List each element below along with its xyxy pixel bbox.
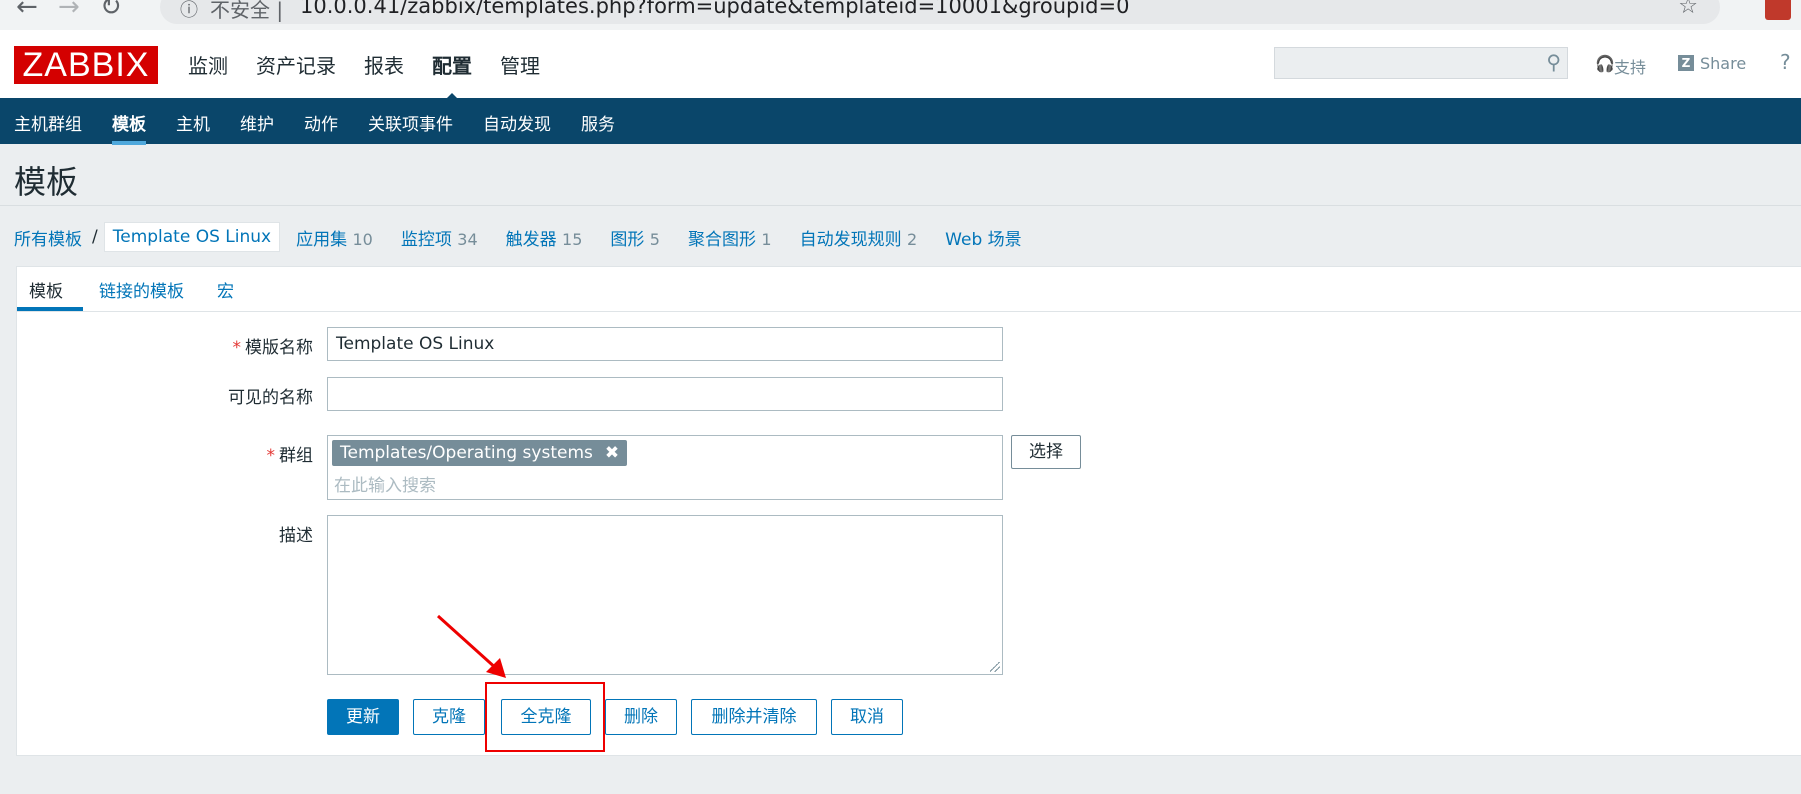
subnav-services[interactable]: 服务 xyxy=(581,110,615,135)
site-info-icon[interactable]: ⓘ xyxy=(180,0,198,22)
top-header: ZABBIX 监测 资产记录 报表 配置 管理 ⚲ 🎧 支持 Z Share ? xyxy=(0,30,1801,101)
subnav-maintenance[interactable]: 维护 xyxy=(240,110,274,135)
reload-icon[interactable]: ↻ xyxy=(100,0,122,22)
tab-macros[interactable]: 宏 xyxy=(217,277,234,302)
breadcrumb-graphs[interactable]: 图形 5 xyxy=(610,225,660,250)
description-label: 描述 xyxy=(279,526,313,546)
breadcrumb-all-templates[interactable]: 所有模板 xyxy=(14,225,82,250)
visible-name-input[interactable] xyxy=(327,377,1003,411)
support-link[interactable]: 支持 xyxy=(1614,54,1646,78)
subnav-templates[interactable]: 模板 xyxy=(112,110,146,145)
url-text[interactable]: 10.0.0.41/zabbix/templates.php?form=upda… xyxy=(300,0,1129,18)
breadcrumb-count: 34 xyxy=(457,229,478,249)
headset-icon: 🎧 xyxy=(1595,54,1615,73)
active-tab-indicator xyxy=(17,307,83,311)
divider xyxy=(0,205,1801,206)
subnav-host-groups[interactable]: 主机群组 xyxy=(14,110,82,135)
select-groups-button[interactable]: 选择 xyxy=(1011,435,1081,469)
back-arrow-icon[interactable]: ← xyxy=(16,0,38,22)
menu-reports[interactable]: 报表 xyxy=(364,50,404,79)
template-name-label: * 模版名称 xyxy=(63,333,314,358)
extension-icon[interactable] xyxy=(1765,0,1791,20)
breadcrumb-label: 触发器 xyxy=(505,229,557,250)
delete-button[interactable]: 删除 xyxy=(605,699,677,735)
browser-toolbar: ← → ↻ ⓘ 不安全 | 10.0.0.41/zabbix/templates… xyxy=(0,0,1801,31)
subnav-actions[interactable]: 动作 xyxy=(304,110,338,135)
breadcrumb-triggers[interactable]: 触发器 15 xyxy=(506,225,583,250)
breadcrumb-label: Web 场景 xyxy=(945,229,1022,250)
main-menu: 监测 资产记录 报表 配置 管理 xyxy=(188,50,568,101)
template-name-input[interactable]: Template OS Linux xyxy=(327,327,1003,361)
breadcrumb-label: 图形 xyxy=(610,229,645,250)
groups-multiselect[interactable]: Templates/Operating systems ✖ 在此输入搜索 xyxy=(327,435,1003,500)
groups-label: * 群组 xyxy=(63,441,314,466)
breadcrumb-count: 1 xyxy=(761,229,772,249)
form-tabs: 模板 链接的模板 宏 xyxy=(17,267,1801,312)
tab-linked-templates[interactable]: 链接的模板 xyxy=(99,277,184,302)
sub-navigation: 主机群组 模板 主机 维护 动作 关联项事件 自动发现 服务 xyxy=(0,98,1801,145)
cancel-button[interactable]: 取消 xyxy=(831,699,903,735)
zabbix-logo[interactable]: ZABBIX xyxy=(14,46,158,84)
menu-inventory[interactable]: 资产记录 xyxy=(256,50,336,79)
breadcrumb-separator: / xyxy=(92,227,98,247)
update-button[interactable]: 更新 xyxy=(327,699,399,735)
menu-administration[interactable]: 管理 xyxy=(500,50,540,79)
subnav-hosts[interactable]: 主机 xyxy=(176,110,210,135)
breadcrumb-label: 自动发现规则 xyxy=(799,229,902,250)
breadcrumb-current-template[interactable]: Template OS Linux xyxy=(103,222,281,252)
label-text: 模版名称 xyxy=(245,338,313,358)
insecure-label: 不安全 | xyxy=(210,0,284,22)
breadcrumb-screens[interactable]: 聚合图形 1 xyxy=(688,225,772,250)
breadcrumb-label: 监控项 xyxy=(400,229,452,250)
visible-name-label: 可见的名称 xyxy=(228,388,313,408)
share-link[interactable]: Share xyxy=(1700,54,1746,73)
bookmark-star-icon[interactable]: ☆ xyxy=(1678,0,1698,19)
address-bar[interactable]: ⓘ 不安全 | 10.0.0.41/zabbix/templates.php?f… xyxy=(160,0,1720,24)
menu-configuration[interactable]: 配置 xyxy=(432,50,472,101)
breadcrumb: 所有模板 / Template OS Linux 应用集 10 监控项 34 触… xyxy=(14,222,1050,252)
delete-and-clear-button[interactable]: 删除并清除 xyxy=(691,699,817,735)
breadcrumb-applications[interactable]: 应用集 10 xyxy=(296,225,373,250)
breadcrumb-count: 2 xyxy=(906,229,918,249)
subnav-discovery[interactable]: 自动发现 xyxy=(483,110,551,135)
group-chip-label: Templates/Operating systems xyxy=(340,443,593,463)
resize-grip-icon[interactable] xyxy=(990,662,1000,672)
breadcrumb-count: 10 xyxy=(352,229,373,249)
required-marker: * xyxy=(232,338,242,358)
template-form: 模板 链接的模板 宏 * 模版名称 Template OS Linux 可见的名称… xyxy=(16,266,1801,756)
forward-arrow-icon[interactable]: → xyxy=(58,0,80,22)
label-text: 群组 xyxy=(279,446,313,466)
annotation-highlight-box xyxy=(485,682,605,752)
breadcrumb-count: 15 xyxy=(562,229,583,249)
page-title: 模板 xyxy=(14,163,79,201)
breadcrumb-items[interactable]: 监控项 34 xyxy=(401,225,478,250)
breadcrumb-web-scenarios[interactable]: Web 场景 xyxy=(945,225,1021,250)
subnav-event-correlation[interactable]: 关联项事件 xyxy=(368,110,453,135)
clone-button[interactable]: 克隆 xyxy=(413,699,485,735)
help-icon[interactable]: ? xyxy=(1780,50,1791,74)
required-marker: * xyxy=(266,446,276,466)
group-chip: Templates/Operating systems ✖ xyxy=(332,440,628,466)
breadcrumb-label: 聚合图形 xyxy=(687,229,756,250)
tab-template[interactable]: 模板 xyxy=(29,277,63,302)
description-textarea[interactable] xyxy=(327,515,1003,675)
group-search-placeholder[interactable]: 在此输入搜索 xyxy=(334,471,436,496)
remove-group-icon[interactable]: ✖ xyxy=(605,443,619,463)
breadcrumb-label: 应用集 xyxy=(296,229,348,250)
search-icon[interactable]: ⚲ xyxy=(1546,50,1561,74)
share-icon: Z xyxy=(1678,55,1694,71)
global-search-input[interactable]: ⚲ xyxy=(1274,47,1568,79)
menu-monitoring[interactable]: 监测 xyxy=(188,50,228,79)
breadcrumb-count: 5 xyxy=(649,229,660,249)
breadcrumb-discovery-rules[interactable]: 自动发现规则 2 xyxy=(800,225,918,250)
